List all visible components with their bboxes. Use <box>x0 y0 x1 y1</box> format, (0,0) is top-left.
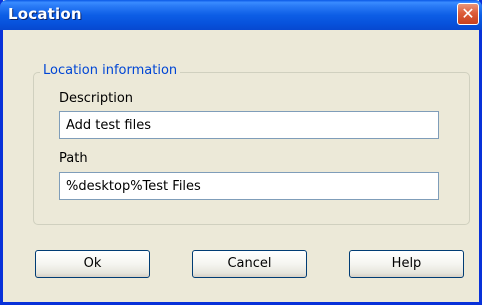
close-icon: ✕ <box>461 4 475 23</box>
path-field[interactable] <box>59 172 439 200</box>
group-legend: Location information <box>40 63 181 78</box>
close-button[interactable]: ✕ <box>457 3 479 25</box>
title-bar[interactable]: Location ✕ <box>0 0 482 30</box>
cancel-button[interactable]: Cancel <box>192 250 307 278</box>
description-field[interactable] <box>59 111 439 139</box>
window-title: Location <box>8 5 82 23</box>
help-button[interactable]: Help <box>349 250 464 278</box>
ok-button[interactable]: Ok <box>35 250 150 278</box>
description-label: Description <box>59 91 134 106</box>
path-label: Path <box>59 151 88 166</box>
